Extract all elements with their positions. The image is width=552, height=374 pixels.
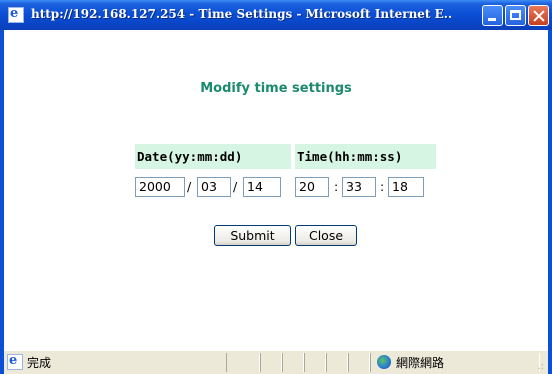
- zone-text: 網際網路: [396, 356, 445, 370]
- status-text: 完成: [27, 356, 52, 370]
- status-pane: [260, 353, 282, 372]
- ie-page-icon: e: [8, 6, 24, 23]
- page-content: Modify time settings Date(yy:mm:dd) Time…: [4, 30, 548, 350]
- window-title: http://192.168.127.254 - Time Settings -…: [31, 7, 451, 21]
- status-pane: [304, 353, 326, 372]
- status-pane: [226, 353, 260, 372]
- time-header: Time(hh:mm:ss): [295, 144, 436, 169]
- second-input[interactable]: 18: [388, 177, 424, 197]
- minimize-button[interactable]: [482, 5, 503, 26]
- month-input[interactable]: 03: [197, 177, 231, 197]
- hour-input[interactable]: 20: [295, 177, 329, 197]
- resize-grip[interactable]: .:: [537, 361, 544, 372]
- maximize-button[interactable]: [505, 5, 526, 26]
- year-input[interactable]: 2000: [135, 177, 185, 197]
- time-separator: :: [334, 179, 339, 194]
- window-frame-right: [548, 30, 552, 374]
- status-bar: e 完成 網際網路 .:: [4, 350, 548, 374]
- status-pane: [326, 353, 348, 372]
- date-separator: /: [187, 179, 192, 194]
- date-separator: /: [233, 179, 238, 194]
- globe-icon: [377, 355, 391, 369]
- minute-input[interactable]: 33: [342, 177, 376, 197]
- page-heading: Modify time settings: [200, 81, 352, 96]
- ie-page-icon: e: [7, 353, 23, 370]
- time-separator: :: [380, 179, 385, 194]
- close-button[interactable]: Close: [295, 225, 357, 246]
- date-header: Date(yy:mm:dd): [135, 144, 291, 169]
- title-bar[interactable]: e http://192.168.127.254 - Time Settings…: [0, 0, 552, 30]
- status-pane: [348, 353, 370, 372]
- close-window-button[interactable]: [528, 5, 549, 26]
- status-pane: [282, 353, 304, 372]
- submit-button[interactable]: Submit: [214, 225, 291, 246]
- day-input[interactable]: 14: [243, 177, 281, 197]
